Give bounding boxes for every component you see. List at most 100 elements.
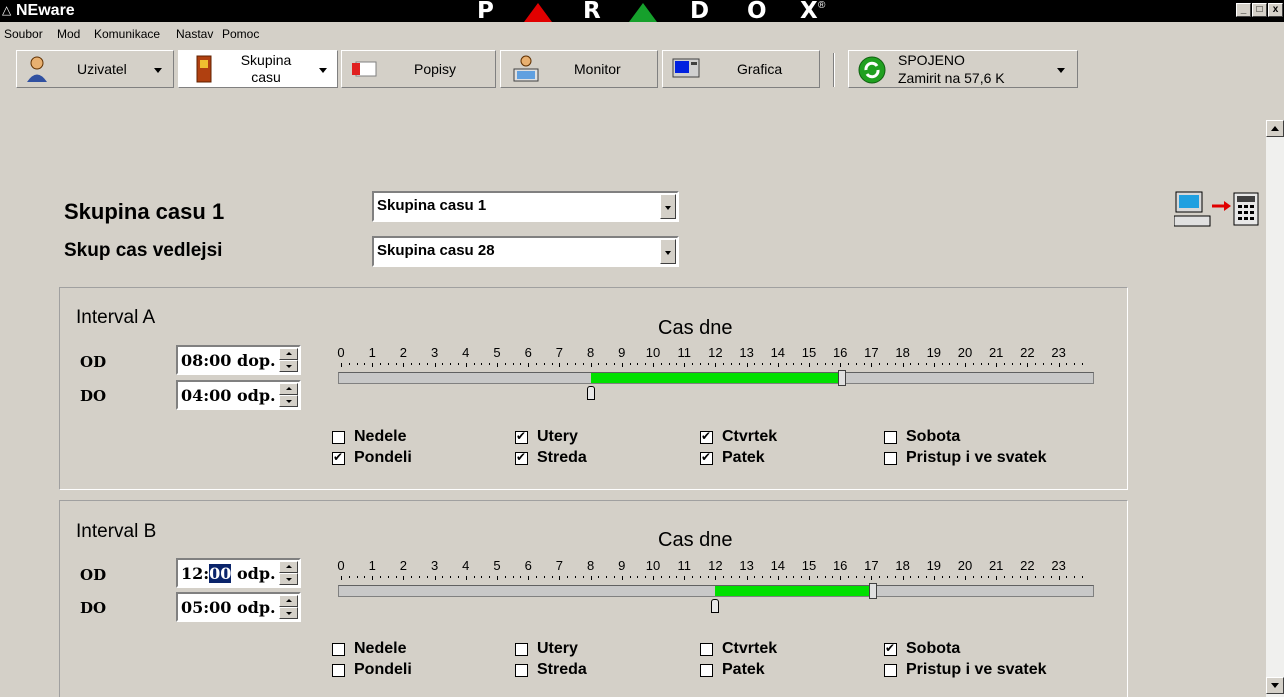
checkbox-checked-icon[interactable]: [700, 429, 713, 444]
minimize-button[interactable]: _: [1236, 3, 1251, 17]
connection-status-button[interactable]: SPOJENO Zamirit na 57,6 K: [848, 50, 1078, 88]
checkbox-empty-icon[interactable]: [884, 430, 897, 444]
day-checkbox-sobota[interactable]: Sobota: [884, 428, 960, 446]
day-checkbox-pristup-i-ve-svatek[interactable]: Pristup i ve svatek: [884, 449, 1047, 467]
range-start-handle[interactable]: [586, 386, 595, 400]
uzivatel-button[interactable]: Uzivatel: [16, 50, 174, 88]
hour-tick-label: 9: [618, 558, 626, 573]
grafica-button[interactable]: Grafica: [662, 50, 820, 88]
day-label: Pondeli: [354, 661, 412, 678]
spin-down-button[interactable]: [279, 573, 298, 585]
time-group-select[interactable]: Skupina casu 1: [372, 191, 679, 222]
checkbox-empty-icon[interactable]: [884, 663, 897, 677]
dropdown-arrow-icon[interactable]: [660, 194, 676, 219]
range-end-handle[interactable]: [838, 370, 847, 386]
hour-tick-label: 7: [555, 558, 564, 573]
minor-tick: [957, 576, 959, 578]
minor-tick: [419, 576, 420, 578]
connected-refresh-icon: [858, 56, 886, 84]
checkbox-empty-icon[interactable]: [332, 663, 345, 677]
menu-soubor[interactable]: Soubor: [4, 27, 43, 41]
minor-tick: [980, 363, 982, 365]
checkbox-checked-icon[interactable]: [515, 450, 528, 465]
checkbox-empty-icon[interactable]: [515, 663, 528, 677]
minor-tick: [801, 363, 803, 365]
selected-time-range: [590, 373, 841, 383]
checkbox-checked-icon[interactable]: [515, 429, 528, 444]
spin-up-button[interactable]: [279, 595, 298, 607]
day-checkbox-utery[interactable]: Utery: [515, 428, 578, 446]
close-button[interactable]: x: [1268, 3, 1283, 17]
minor-tick: [380, 576, 381, 578]
app-title: NEware: [16, 2, 75, 19]
menu-pomoc[interactable]: Pomoc: [222, 27, 259, 41]
popisy-button[interactable]: Popisy: [341, 50, 496, 88]
spin-down-button[interactable]: [279, 395, 298, 407]
checkbox-empty-icon[interactable]: [700, 642, 713, 656]
day-checkbox-sobota[interactable]: Sobota: [884, 640, 960, 658]
spin-up-button[interactable]: [279, 348, 298, 360]
minor-tick: [902, 363, 904, 367]
day-checkbox-nedele[interactable]: Nedele: [332, 428, 406, 446]
checkbox-empty-icon[interactable]: [700, 663, 713, 677]
spin-up-button[interactable]: [279, 383, 298, 395]
scroll-down-button[interactable]: [1266, 677, 1284, 694]
interval-b-do-field[interactable]: 05:00 odp.: [176, 592, 301, 622]
hour-tick-label: 9: [618, 345, 626, 360]
minor-tick: [746, 576, 748, 580]
checkbox-checked-icon[interactable]: [700, 450, 713, 465]
monitor-button[interactable]: Monitor: [500, 50, 658, 88]
day-checkbox-pristup-i-ve-svatek[interactable]: Pristup i ve svatek: [884, 661, 1047, 679]
menu-mod[interactable]: Mod: [57, 27, 80, 41]
day-checkbox-patek[interactable]: Patek: [700, 449, 765, 467]
hour-tick-label: 13: [739, 345, 754, 360]
range-end-handle[interactable]: [869, 583, 878, 599]
spin-down-button[interactable]: [279, 607, 298, 619]
time-group-select-value: Skupina casu 1: [377, 197, 487, 214]
spin-up-button[interactable]: [279, 561, 298, 573]
minor-tick: [933, 363, 935, 367]
day-checkbox-streda[interactable]: Streda: [515, 449, 587, 467]
day-label: Ctvrtek: [722, 640, 778, 657]
interval-b-od-field[interactable]: 12:00 odp.: [176, 558, 301, 588]
minor-tick: [660, 576, 662, 578]
day-checkbox-nedele[interactable]: Nedele: [332, 640, 406, 658]
interval-a-od-field[interactable]: 08:00 dop.: [176, 345, 301, 375]
menu-nastav[interactable]: Nastav: [176, 27, 213, 41]
day-checkbox-ctvrtek[interactable]: Ctvrtek: [700, 640, 777, 658]
interval-a-do-field[interactable]: 04:00 odp.: [176, 380, 301, 410]
day-checkbox-pondeli[interactable]: Pondeli: [332, 449, 412, 467]
scroll-up-button[interactable]: [1266, 120, 1284, 137]
minor-tick: [738, 576, 740, 578]
maximize-button[interactable]: □: [1252, 3, 1267, 17]
minor-tick: [504, 576, 506, 578]
day-checkbox-patek[interactable]: Patek: [700, 661, 765, 679]
secondary-group-select[interactable]: Skupina casu 28: [372, 236, 679, 267]
skupina-casu-button[interactable]: Skupina casu: [178, 50, 338, 88]
minor-tick: [809, 576, 810, 580]
vertical-scrollbar[interactable]: [1266, 120, 1284, 697]
day-label: Pristup i ve svatek: [906, 449, 1047, 466]
day-checkbox-streda[interactable]: Streda: [515, 661, 587, 679]
day-checkbox-pondeli[interactable]: Pondeli: [332, 661, 412, 679]
minor-tick: [1035, 576, 1037, 578]
minor-tick: [887, 576, 888, 578]
minor-tick: [824, 576, 826, 578]
checkbox-checked-icon[interactable]: [884, 641, 897, 656]
checkbox-checked-icon[interactable]: [332, 450, 345, 465]
range-start-handle[interactable]: [711, 599, 720, 613]
send-to-panel-icon[interactable]: [1174, 190, 1262, 234]
checkbox-empty-icon[interactable]: [515, 642, 528, 656]
minor-tick: [575, 576, 576, 578]
checkbox-empty-icon[interactable]: [332, 642, 345, 656]
checkbox-empty-icon[interactable]: [332, 430, 345, 444]
day-checkbox-utery[interactable]: Utery: [515, 640, 578, 658]
day-checkbox-ctvrtek[interactable]: Ctvrtek: [700, 428, 777, 446]
spin-down-button[interactable]: [279, 360, 298, 372]
checkbox-empty-icon[interactable]: [884, 451, 897, 465]
minor-tick: [949, 363, 951, 365]
minor-tick: [855, 363, 857, 365]
menu-komunikace[interactable]: Komunikace: [94, 27, 160, 41]
selected-time-range: [715, 586, 872, 596]
dropdown-arrow-icon[interactable]: [660, 239, 676, 264]
